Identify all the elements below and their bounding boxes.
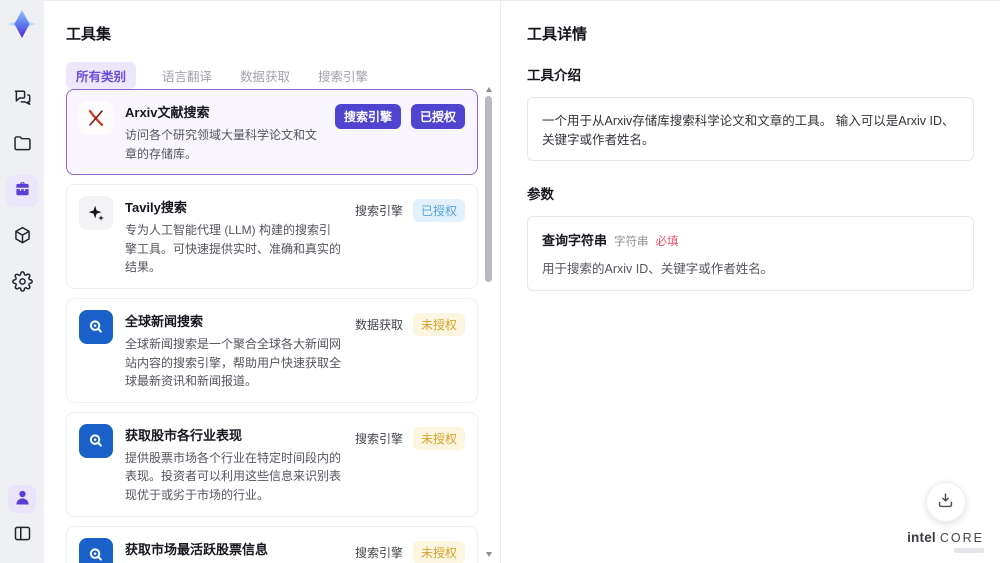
tool-name: 获取市场最活跃股票信息 xyxy=(125,541,269,557)
tool-card[interactable]: 获取股市各行业表现 提供股票市场各个行业在特定时间段内的表现。投资者可以利用这些… xyxy=(66,411,478,517)
sidebar-item-tools[interactable] xyxy=(6,175,38,207)
floating-corner: intel CORE xyxy=(907,482,984,553)
tool-category-badge: 搜索引擎 xyxy=(354,545,403,560)
app-logo-icon[interactable] xyxy=(6,8,38,40)
tool-intro-text: 一个用于从Arxiv存储库搜索科学论文和文章的工具。 输入可以是Arxiv ID… xyxy=(527,97,974,161)
param-description: 用于搜索的Arxiv ID、关键字或作者姓名。 xyxy=(542,262,774,276)
toolbox-icon xyxy=(12,179,33,203)
param-required-badge: 必填 xyxy=(655,236,679,248)
list-scrollbar[interactable] xyxy=(484,87,494,557)
tool-auth-badge: 已授权 xyxy=(410,104,465,129)
tool-name: 获取股市各行业表现 xyxy=(125,427,243,443)
tool-auth-badge: 未授权 xyxy=(412,540,465,563)
tool-name: Arxiv文献搜索 xyxy=(125,105,210,120)
sidebar-item-chat[interactable] xyxy=(6,83,38,115)
detail-pane: 工具详情 工具介绍 一个用于从Arxiv存储库搜索科学论文和文章的工具。 输入可… xyxy=(500,1,1000,563)
intel-brand-text: intel xyxy=(907,530,936,545)
sidebar xyxy=(0,0,44,563)
scrollbar-thumb[interactable] xyxy=(485,96,492,282)
tool-card[interactable]: 获取市场最活跃股票信息 提供当天交易量最高的股票列表。投资者可以利用这些信息来识… xyxy=(66,525,478,563)
tool-description: 提供股票市场各个行业在特定时间段内的表现。投资者可以利用这些信息来识别表现优于或… xyxy=(125,450,342,502)
tool-category-badge: 搜索引擎 xyxy=(354,204,403,219)
sidebar-item-models[interactable] xyxy=(6,221,38,253)
scroll-down-icon[interactable] xyxy=(486,552,492,557)
tool-description: 全球新闻搜索是一个聚合全球各大新闻网站内容的搜索引擎，帮助用户快速获取全球最新资… xyxy=(125,336,342,389)
category-tab-2[interactable]: 数据获取 xyxy=(238,62,292,89)
params-heading: 参数 xyxy=(527,187,554,202)
magnifier-app-icon xyxy=(79,537,113,563)
magnifier-app-icon xyxy=(79,423,113,458)
param-name: 查询字符串 xyxy=(542,233,608,248)
intro-heading: 工具介绍 xyxy=(527,68,581,83)
scroll-up-icon[interactable] xyxy=(486,87,492,92)
intel-core-logo: intel CORE xyxy=(907,530,984,553)
intel-logo-bar xyxy=(954,548,984,553)
param-card: 查询字符串 字符串 必填 用于搜索的Arxiv ID、关键字或作者姓名。 xyxy=(527,216,974,291)
folder-icon xyxy=(12,133,33,157)
core-brand-text: CORE xyxy=(939,531,984,545)
gear-icon xyxy=(11,271,33,295)
tool-card[interactable]: 全球新闻搜索 全球新闻搜索是一个聚合全球各大新闻网站内容的搜索引擎，帮助用户快速… xyxy=(66,297,478,403)
category-tab-all[interactable]: 所有类别 xyxy=(66,62,137,89)
chat-icon xyxy=(12,87,33,111)
sidebar-item-files[interactable] xyxy=(6,129,38,161)
main-content: 工具集 所有类别 语言翻译 数据获取 搜索引擎 Arxiv文献搜索 访问各个研究领域大… xyxy=(44,0,1000,563)
category-tab-3[interactable]: 搜索引擎 xyxy=(316,62,370,89)
detail-title: 工具详情 xyxy=(527,26,588,43)
tool-auth-badge: 已授权 xyxy=(412,199,465,223)
tool-auth-badge: 未授权 xyxy=(412,426,465,450)
tool-list: Arxiv文献搜索 访问各个研究领域大量科学论文和文章的存储库。 搜索引擎 已授… xyxy=(66,89,478,563)
tool-name: 全球新闻搜索 xyxy=(125,313,204,329)
category-tab-1[interactable]: 语言翻译 xyxy=(160,62,214,89)
tool-description: 专为人工智能代理 (LLM) 构建的搜索引擎工具。可快速提供实时、准确和真实的结… xyxy=(125,223,342,275)
tool-description: 访问各个研究领域大量科学论文和文章的存储库。 xyxy=(125,128,318,161)
sidebar-item-collapse-panel[interactable] xyxy=(8,521,36,549)
sparkle-icon xyxy=(79,196,113,231)
tool-category-badge: 数据获取 xyxy=(354,317,403,332)
user-icon xyxy=(12,487,33,511)
sidebar-item-settings[interactable] xyxy=(6,267,38,299)
cube-icon xyxy=(12,225,33,249)
tool-category-badge: 搜索引擎 xyxy=(354,431,403,446)
app-root: 工具集 所有类别 语言翻译 数据获取 搜索引擎 Arxiv文献搜索 访问各个研究领域大… xyxy=(0,0,1000,563)
param-type: 字符串 xyxy=(614,236,649,248)
magnifier-app-icon xyxy=(79,309,113,344)
download-icon xyxy=(936,491,955,513)
tools-pane: 工具集 所有类别 语言翻译 数据获取 搜索引擎 Arxiv文献搜索 访问各个研究领域大… xyxy=(44,1,500,563)
tool-category-badge: 搜索引擎 xyxy=(334,104,401,129)
arxiv-icon xyxy=(79,101,113,135)
download-button[interactable] xyxy=(925,482,966,522)
category-tabs: 所有类别 语言翻译 数据获取 搜索引擎 xyxy=(66,62,476,89)
tool-auth-badge: 未授权 xyxy=(412,312,465,336)
page-title: 工具集 xyxy=(66,26,112,43)
panel-layout-icon xyxy=(12,523,33,547)
tool-name: Tavily搜索 xyxy=(125,200,187,216)
tool-card[interactable]: Arxiv文献搜索 访问各个研究领域大量科学论文和文章的存储库。 搜索引擎 已授… xyxy=(66,89,478,176)
sidebar-item-account[interactable] xyxy=(8,485,36,513)
tool-card[interactable]: Tavily搜索 专为人工智能代理 (LLM) 构建的搜索引擎工具。可快速提供实… xyxy=(66,184,478,289)
